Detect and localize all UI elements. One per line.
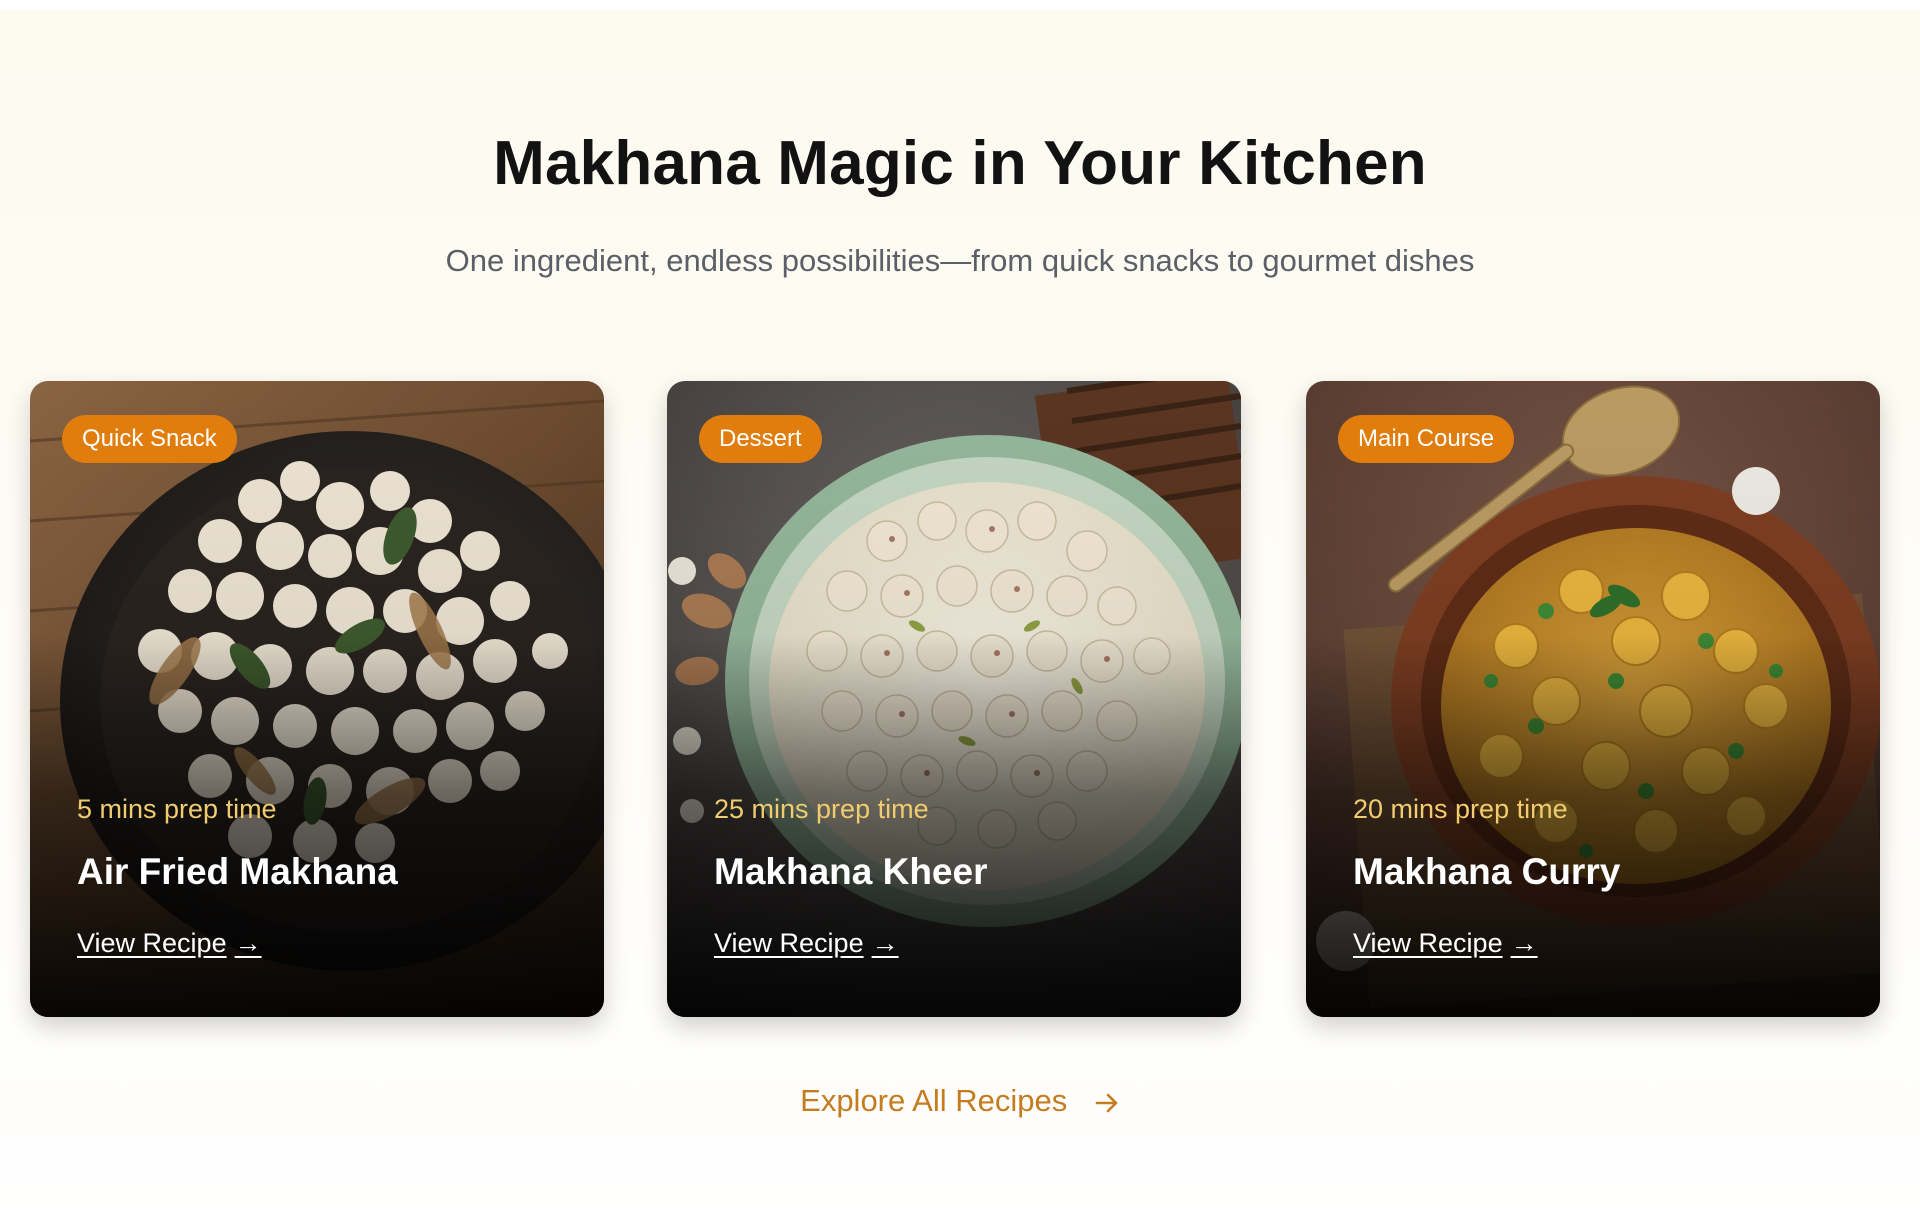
view-recipe-label: View Recipe: [714, 928, 864, 958]
prep-time: 25 mins prep time: [714, 794, 929, 824]
card-gradient-overlay: [667, 381, 1241, 1017]
category-badge: Dessert: [699, 415, 822, 463]
prep-time: 5 mins prep time: [77, 794, 277, 824]
section-subtitle: One ingredient, endless possibilities—fr…: [445, 243, 1475, 278]
category-badge: Main Course: [1338, 415, 1515, 463]
recipe-card-makhana-curry[interactable]: Main Course 20 mins prep time Makhana Cu…: [1306, 381, 1880, 1017]
recipe-card-makhana-kheer[interactable]: Dessert 25 mins prep time Makhana Kheer …: [667, 381, 1241, 1017]
arrow-right-icon: →: [1510, 928, 1538, 958]
arrow-right-icon: [1095, 1093, 1118, 1113]
card-gradient-overlay: [30, 381, 604, 1017]
recipes-section: Makhana Magic in Your Kitchen One ingred…: [0, 0, 1920, 1230]
view-recipe-link[interactable]: View Recipe →: [1353, 928, 1538, 959]
recipe-card-air-fried-makhana[interactable]: Quick Snack 5 mins prep time Air Fried M…: [30, 381, 604, 1017]
recipe-title: Air Fried Makhana: [77, 851, 398, 892]
recipe-title: Makhana Kheer: [714, 851, 988, 892]
recipe-title: Makhana Curry: [1353, 851, 1621, 892]
explore-all-recipes-label: Explore All Recipes: [800, 1083, 1068, 1118]
category-badge: Quick Snack: [62, 415, 237, 463]
prep-time: 20 mins prep time: [1353, 794, 1568, 824]
view-recipe-link[interactable]: View Recipe →: [77, 928, 262, 959]
card-gradient-overlay: [1306, 381, 1880, 1017]
arrow-right-icon: →: [871, 928, 899, 958]
view-recipe-link[interactable]: View Recipe →: [714, 928, 899, 959]
explore-all-recipes-link[interactable]: Explore All Recipes: [0, 1083, 1920, 1119]
arrow-right-icon: →: [234, 928, 262, 958]
view-recipe-label: View Recipe: [77, 928, 227, 958]
section-title: Makhana Magic in Your Kitchen: [493, 129, 1427, 198]
view-recipe-label: View Recipe: [1353, 928, 1503, 958]
